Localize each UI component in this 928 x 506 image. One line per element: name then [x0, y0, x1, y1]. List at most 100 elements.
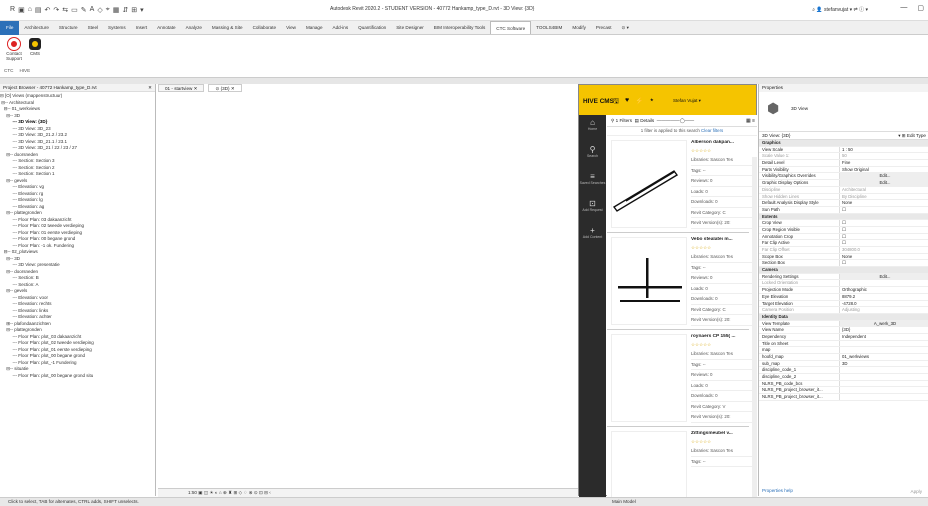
hive-nav-add-request[interactable]: ⊡ Add Request: [579, 196, 606, 223]
property-row[interactable]: discipline_code_1: [759, 367, 928, 375]
property-value[interactable]: ☐: [839, 260, 928, 267]
property-value[interactable]: Orthographic: [839, 287, 928, 293]
ribbon-tab[interactable]: Annotate: [152, 25, 180, 30]
hive-header-icon[interactable]: 🖫: [613, 97, 619, 108]
hive-card[interactable]: Zittingsmeubel v... ☆☆☆☆☆ Libraries: Sasco…: [607, 427, 753, 497]
card-name[interactable]: Zittingsmeubel v...: [691, 431, 753, 439]
property-row[interactable]: View Template A_werk_3D: [759, 320, 928, 328]
maximize-icon[interactable]: ▢: [917, 4, 924, 12]
ribbon-tab[interactable]: TOOLS4BIM: [531, 25, 567, 30]
card-stars[interactable]: ☆☆☆☆☆: [691, 342, 753, 349]
view-control-bar[interactable]: 1:50 ▣ ◫ ☀ ◐ ⌂ ⊕ ♜ ⊞ ◇ ♢ ⊗ ⊙ ⊡ ⊟ ‹: [158, 488, 578, 497]
property-row[interactable]: View Name {3D}: [759, 327, 928, 334]
ribbon-tab[interactable]: View: [281, 25, 301, 30]
card-name[interactable]: Vebo stealatei m...: [691, 237, 753, 245]
property-value[interactable]: [839, 280, 928, 287]
ribbon-tab[interactable]: Systems: [103, 25, 131, 30]
family-thumbnail[interactable]: [611, 140, 687, 228]
contact-support-button[interactable]: Contact Support: [3, 38, 25, 61]
instance-selector[interactable]: 3D View: {3D} ▾ ⊞ Edit Type: [759, 132, 928, 140]
property-row[interactable]: Sun Path ☐: [759, 206, 928, 214]
active-model[interactable]: Main Model: [612, 499, 636, 504]
close-icon[interactable]: ✕: [231, 86, 235, 91]
property-value[interactable]: Edit...: [839, 273, 928, 280]
property-value[interactable]: [839, 340, 928, 347]
property-value[interactable]: 8879.2: [839, 293, 928, 300]
property-row[interactable]: Projection Mode Orthographic: [759, 287, 928, 294]
edit-type-button[interactable]: ▾ ⊞ Edit Type: [898, 133, 926, 139]
qat-icon[interactable]: ↶: [45, 6, 51, 14]
ribbon-tab[interactable]: Site Designer: [391, 25, 429, 30]
details-button[interactable]: ▤ Details: [635, 118, 655, 123]
ribbon-tab[interactable]: Analyze: [181, 25, 207, 30]
scrollbar[interactable]: [752, 157, 757, 497]
property-value[interactable]: 50: [839, 153, 928, 160]
family-thumbnail[interactable]: [611, 431, 687, 497]
ribbon-tab[interactable]: Architecture: [19, 25, 54, 30]
close-icon[interactable]: ✕: [194, 86, 198, 91]
property-value[interactable]: -4728.0: [839, 300, 928, 307]
qat-icon[interactable]: ↷: [53, 6, 59, 14]
property-row[interactable]: Scale Value 1: 50: [759, 153, 928, 161]
tab-startview[interactable]: 01 - startview ✕: [158, 84, 205, 92]
qat-icon[interactable]: ✎: [81, 6, 87, 14]
property-row[interactable]: Title on Sheet: [759, 340, 928, 348]
ribbon-tab[interactable]: Insert: [131, 25, 153, 30]
tree-item[interactable]: --- Floor Plan: plot_00 begane grond sit…: [0, 373, 155, 380]
ribbon-tab[interactable]: Quantification: [353, 25, 391, 30]
ribbon-tab[interactable]: BIM Interoperability Tools: [429, 25, 491, 30]
hive-nav-home[interactable]: ⌂ Home: [579, 115, 606, 142]
property-value[interactable]: Adjusting: [839, 307, 928, 313]
property-row[interactable]: NLRS_PB_code_bcs: [759, 380, 928, 388]
close-icon[interactable]: ✕: [148, 85, 152, 91]
property-row[interactable]: Show Hidden Lines By Discipline: [759, 193, 928, 201]
property-value[interactable]: 1 : 50: [839, 146, 928, 153]
view-mode-toggle[interactable]: ▦ ≡: [746, 118, 755, 124]
property-row[interactable]: NLRS_PB_project_browser_it...: [759, 387, 928, 395]
hive-header-icon[interactable]: ♥: [625, 97, 629, 108]
property-value[interactable]: Edit...: [839, 180, 928, 186]
qat-icon[interactable]: ⌖: [106, 6, 110, 14]
property-value[interactable]: 304800.0: [839, 247, 928, 253]
property-value[interactable]: ☐: [839, 233, 928, 240]
ribbon-tab[interactable]: Structure: [54, 25, 83, 30]
property-value[interactable]: None: [839, 253, 928, 260]
hive-card[interactable]: roynaers CP 155( ... ☆☆☆☆☆ Libraries: Sasc…: [607, 330, 753, 427]
property-row[interactable]: View Scale 1 : 50: [759, 146, 928, 154]
property-row[interactable]: hoofd_map 01_werkviews: [759, 354, 928, 361]
card-name[interactable]: roynaers CP 155( ...: [691, 334, 753, 342]
property-row[interactable]: Crop Region Visible ☐: [759, 226, 928, 234]
property-row[interactable]: Section Box ☐: [759, 260, 928, 268]
property-row[interactable]: discipline_code_2: [759, 374, 928, 381]
property-row[interactable]: Rendering Settings Edit...: [759, 273, 928, 281]
property-value[interactable]: None: [839, 200, 928, 206]
ribbon-tab[interactable]: Manage: [301, 25, 328, 30]
property-row[interactable]: Far Clip Active ☐: [759, 240, 928, 247]
qat-icon[interactable]: R: [10, 6, 15, 14]
property-value[interactable]: 01_werkviews: [839, 354, 928, 360]
ribbon-tab[interactable]: Steel: [83, 25, 103, 30]
hive-header-icon[interactable]: ⚡: [635, 97, 644, 108]
property-row[interactable]: Target Elevation -4728.0: [759, 300, 928, 308]
property-value[interactable]: ☐: [839, 226, 928, 233]
property-row[interactable]: Discipline Architectural: [759, 186, 928, 194]
qat-icon[interactable]: ⇵: [122, 6, 128, 14]
quick-access-toolbar[interactable]: R ▣ ⌂ ▤ ↶ ↷ ⇆ ▭ ✎ A ◇ ⌖ ▦ ⇵ ⊞ ▾: [10, 6, 144, 14]
minimize-icon[interactable]: —: [900, 4, 907, 12]
property-value[interactable]: [839, 347, 928, 353]
property-value[interactable]: ☐: [839, 220, 928, 226]
type-selector[interactable]: ⬢ 3D View: [759, 92, 928, 132]
property-row[interactable]: Scope Box None: [759, 253, 928, 261]
properties-help-link[interactable]: Properties help: [759, 488, 793, 493]
tab-3d[interactable]: ⊙ (3D) ✕: [208, 84, 242, 92]
property-row[interactable]: Parts Visibility Show Original: [759, 166, 928, 174]
property-value[interactable]: [839, 387, 928, 394]
property-value[interactable]: Fine: [839, 160, 928, 166]
ribbon-tab[interactable]: Precast: [591, 25, 617, 30]
qat-icon[interactable]: ▤: [35, 6, 42, 14]
qat-icon[interactable]: ◇: [97, 6, 102, 14]
cms-button[interactable]: CMS: [26, 38, 44, 56]
ribbon-tab[interactable]: File: [0, 20, 20, 35]
property-value[interactable]: Edit...: [839, 173, 928, 180]
hive-nav-add-content[interactable]: + Add Content: [579, 223, 606, 250]
